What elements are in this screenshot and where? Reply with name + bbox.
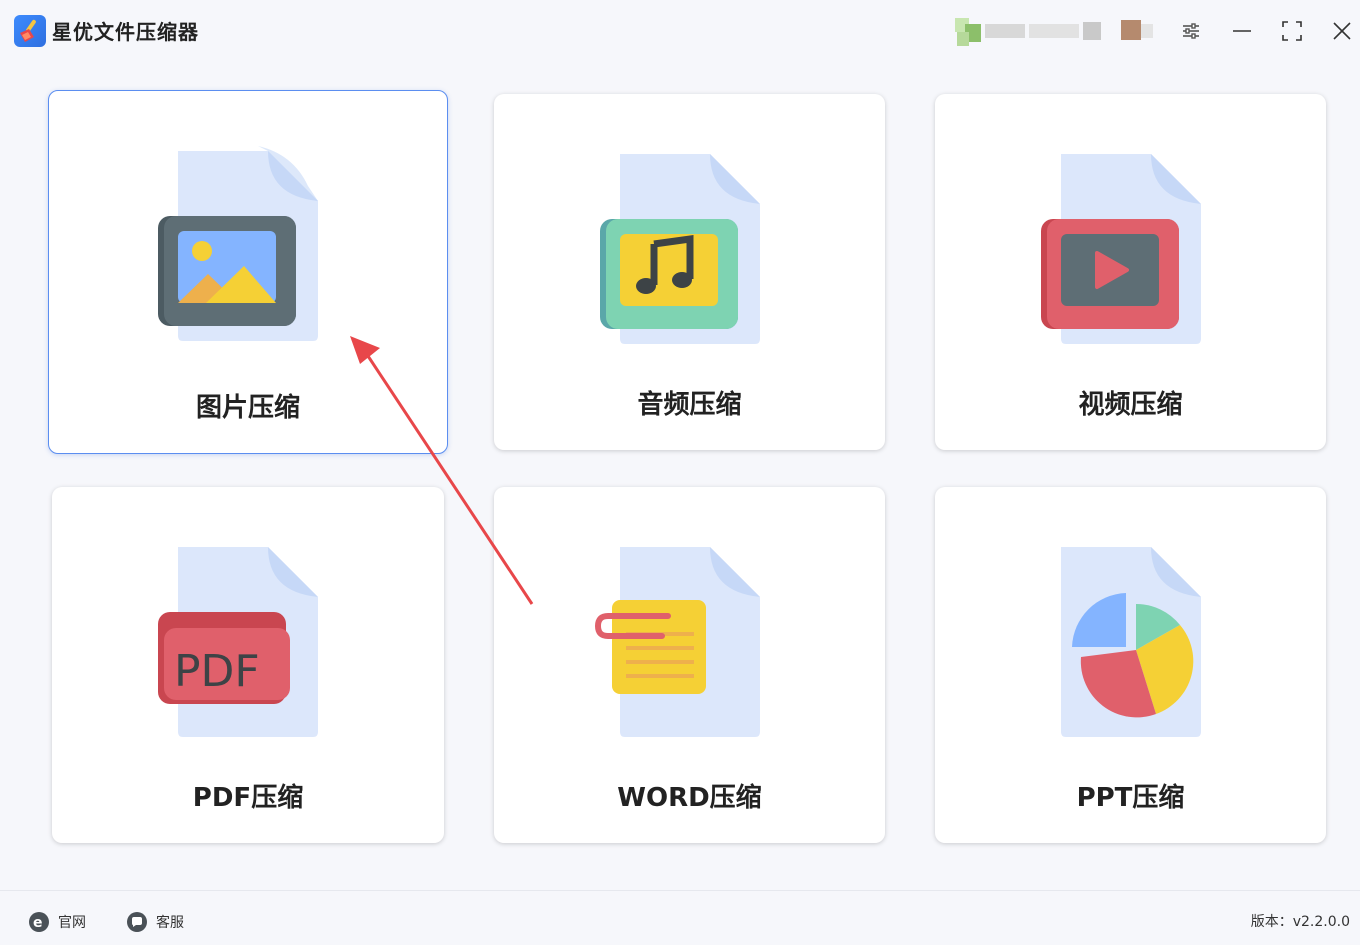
minimize-icon	[1233, 30, 1251, 32]
card-label: 音频压缩	[637, 390, 742, 420]
word-file-icon	[594, 547, 760, 737]
footer-bar: e 官网 客服 版本：v2.2.0.0	[0, 890, 1360, 945]
version-label: 版本：v2.2.0.0	[1250, 914, 1350, 930]
app-title: 星优文件压缩器	[52, 20, 199, 44]
card-pdf-compress[interactable]: PDF PDF压缩	[52, 487, 444, 843]
pdf-icon-text: PDF	[174, 646, 260, 697]
pdf-file-icon: PDF	[158, 547, 318, 737]
close-icon	[1333, 22, 1351, 40]
card-ppt-compress[interactable]: PPT压缩	[935, 487, 1326, 843]
title-bar: 星优文件压缩器	[0, 0, 1360, 62]
settings-button[interactable]	[1173, 14, 1209, 48]
ppt-file-icon	[1060, 547, 1201, 737]
card-label: WORD压缩	[617, 783, 762, 813]
card-label: 视频压缩	[1078, 390, 1183, 420]
maximize-button[interactable]	[1274, 14, 1310, 48]
card-video-compress[interactable]: 视频压缩	[935, 94, 1326, 450]
card-label: PDF压缩	[192, 783, 304, 813]
card-label: 图片压缩	[195, 393, 300, 423]
card-word-compress[interactable]: WORD压缩	[494, 487, 885, 843]
sliders-icon	[1183, 23, 1199, 39]
card-label: PPT压缩	[1076, 783, 1185, 813]
user-avatar-blurred[interactable]	[955, 18, 1155, 48]
maximize-icon	[1282, 21, 1302, 41]
support-label: 客服	[156, 915, 184, 931]
video-file-icon	[1040, 154, 1201, 344]
svg-text:e: e	[33, 915, 43, 931]
app-logo-icon	[14, 15, 46, 47]
card-image-compress[interactable]: 图片压缩	[48, 90, 448, 454]
close-button[interactable]	[1324, 14, 1360, 48]
website-link[interactable]: e 官网	[28, 911, 86, 933]
chat-bubble-icon	[127, 912, 147, 932]
image-file-icon	[158, 146, 318, 341]
ie-browser-icon: e	[29, 912, 49, 932]
card-audio-compress[interactable]: 音频压缩	[494, 94, 885, 450]
audio-file-icon	[599, 154, 760, 344]
website-label: 官网	[58, 915, 86, 931]
minimize-button[interactable]	[1224, 14, 1260, 48]
support-link[interactable]: 客服	[126, 911, 184, 933]
